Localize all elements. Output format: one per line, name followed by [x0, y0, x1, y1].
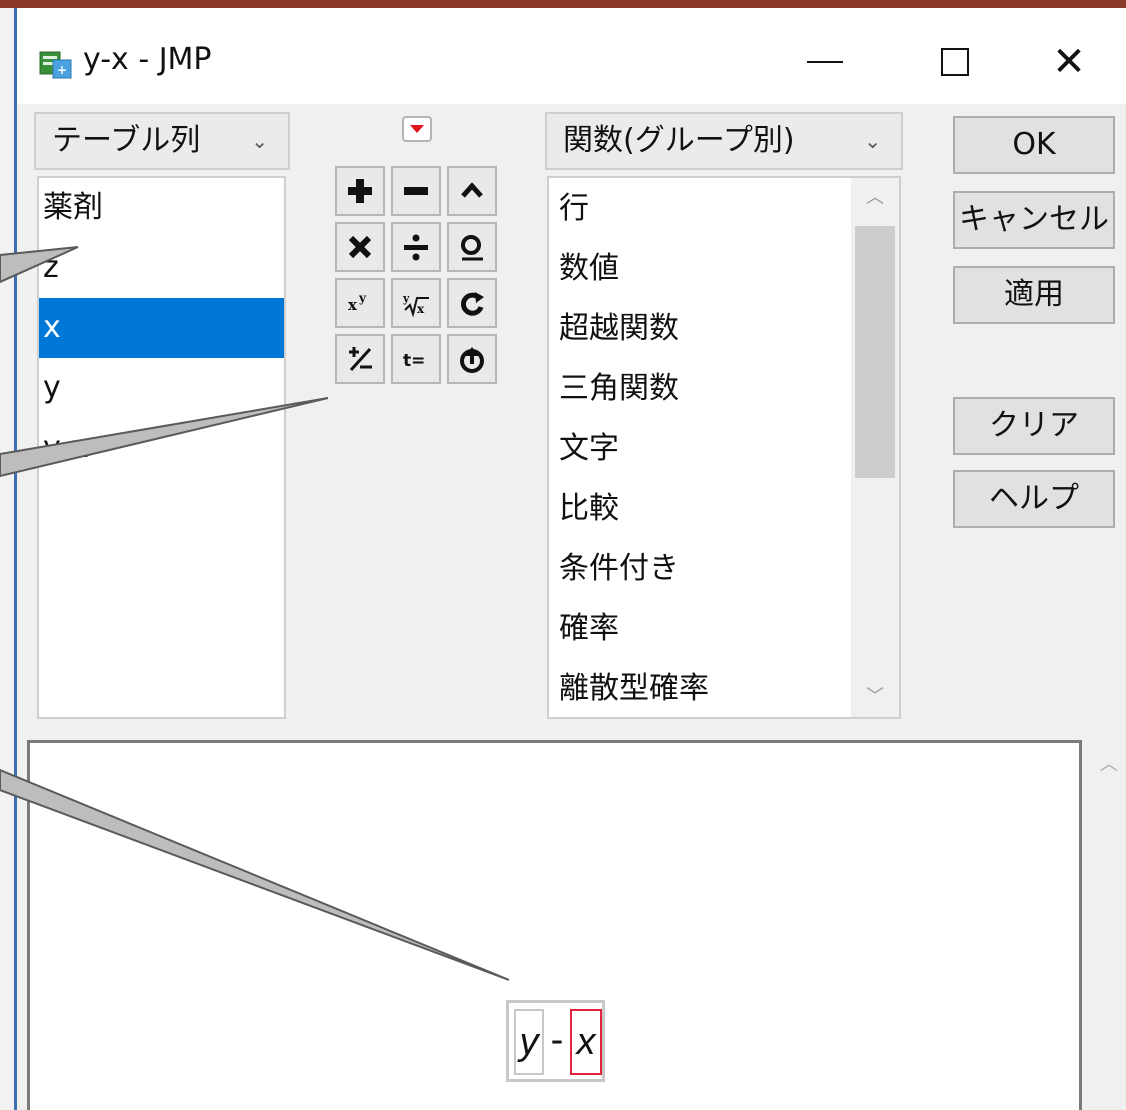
scroll-down-arrow-icon[interactable]: ﹀ [851, 677, 899, 717]
swap-icon [460, 292, 484, 316]
background-window-edge [0, 8, 17, 1110]
x-power-y-icon: xy [348, 291, 367, 314]
column-item[interactable]: z [39, 238, 284, 298]
chevron-down-icon: ⌄ [251, 129, 268, 153]
svg-text:x: x [417, 302, 425, 316]
function-item[interactable]: 数値 [549, 238, 899, 298]
scroll-up-arrow-icon[interactable]: ︿ [851, 178, 899, 218]
minimize-button[interactable] [795, 32, 855, 92]
maximize-icon [941, 48, 969, 76]
peel-icon [460, 347, 484, 373]
window-title: y-x - JMP [83, 42, 212, 77]
formula-expression[interactable]: y - x [506, 1000, 605, 1082]
column-item[interactable]: y [39, 358, 284, 418]
add-icon [348, 179, 372, 203]
svg-text:+: + [57, 63, 67, 77]
chevron-down-icon: ⌄ [864, 129, 881, 153]
svg-text:y: y [402, 292, 410, 305]
divide-button[interactable] [391, 222, 441, 272]
red-triangle-menu-button[interactable] [402, 116, 432, 142]
formula-app-icon: + [39, 46, 73, 80]
svg-text:x: x [348, 296, 358, 314]
title-bar: + y-x - JMP ✕ [17, 8, 1126, 104]
formula-scroll-up-icon[interactable]: ︿ [1089, 750, 1126, 780]
ok-button[interactable]: OK [953, 116, 1115, 174]
peel-button[interactable] [447, 334, 497, 384]
app-frame: + y-x - JMP ✕ テーブル列 ⌄ 薬剤 z x y y-x x y y… [0, 0, 1126, 1110]
function-item[interactable]: 行 [549, 178, 899, 238]
functions-group-dropdown-label: 関数(グループ別) [563, 123, 795, 158]
swap-button[interactable] [447, 278, 497, 328]
maximize-button[interactable] [925, 32, 985, 92]
function-list[interactable]: 行 数値 超越関数 三角関数 文字 比較 条件付き 確率 離散型確率 ︿ ﹀ [547, 176, 901, 719]
x-power-y-button[interactable]: xy [335, 278, 385, 328]
cancel-button[interactable]: キャンセル [953, 191, 1115, 249]
function-item[interactable]: 条件付き [549, 538, 899, 598]
table-columns-dropdown-label: テーブル列 [52, 123, 201, 158]
red-triangle-icon [410, 125, 424, 133]
multiply-button[interactable] [335, 222, 385, 272]
root-icon: yx [402, 292, 429, 318]
lookup-icon [461, 235, 483, 261]
function-item[interactable]: 比較 [549, 478, 899, 538]
function-item[interactable]: 確率 [549, 598, 899, 658]
lookup-button[interactable] [447, 222, 497, 272]
column-list[interactable]: 薬剤 z x y y-x [37, 176, 286, 719]
clear-button[interactable]: クリア [953, 397, 1115, 455]
divide-icon [404, 234, 428, 261]
function-item[interactable]: 超越関数 [549, 298, 899, 358]
power-caret-icon [461, 182, 483, 198]
minimize-icon [807, 61, 843, 63]
power-button[interactable] [447, 166, 497, 216]
formula-term-x[interactable]: x [570, 1009, 602, 1075]
assign-button[interactable]: t= [391, 334, 441, 384]
function-item[interactable]: 離散型確率 [549, 658, 899, 717]
svg-text:y: y [358, 291, 367, 305]
svg-text:t=: t= [403, 351, 425, 371]
formula-operator: - [550, 1019, 564, 1061]
help-button[interactable]: ヘルプ [953, 470, 1115, 528]
assign-icon: t= [403, 351, 425, 371]
function-list-scrollbar[interactable]: ︿ ﹀ [851, 178, 899, 717]
formula-editor-dialog: + y-x - JMP ✕ テーブル列 ⌄ 薬剤 z x y y-x x y y… [17, 8, 1126, 1110]
column-item[interactable]: y-x [39, 418, 284, 478]
plus-minus-button[interactable] [335, 334, 385, 384]
column-item[interactable]: 薬剤 [39, 178, 284, 238]
root-button[interactable]: yx [391, 278, 441, 328]
outer-window-edge [0, 0, 1126, 8]
plus-minus-icon [349, 347, 372, 372]
subtract-icon [404, 187, 428, 195]
subtract-button[interactable] [391, 166, 441, 216]
add-button[interactable] [335, 166, 385, 216]
close-button[interactable]: ✕ [1039, 32, 1099, 92]
close-icon: ✕ [1052, 39, 1086, 85]
apply-button[interactable]: 適用 [953, 266, 1115, 324]
formula-term-y[interactable]: y [514, 1009, 544, 1075]
function-item[interactable]: 三角関数 [549, 358, 899, 418]
scroll-thumb[interactable] [855, 226, 895, 478]
functions-group-dropdown[interactable]: 関数(グループ別) ⌄ [545, 112, 903, 170]
column-item-selected[interactable]: x [39, 298, 284, 358]
function-item[interactable]: 文字 [549, 418, 899, 478]
multiply-icon [348, 235, 372, 259]
table-columns-dropdown[interactable]: テーブル列 ⌄ [34, 112, 290, 170]
